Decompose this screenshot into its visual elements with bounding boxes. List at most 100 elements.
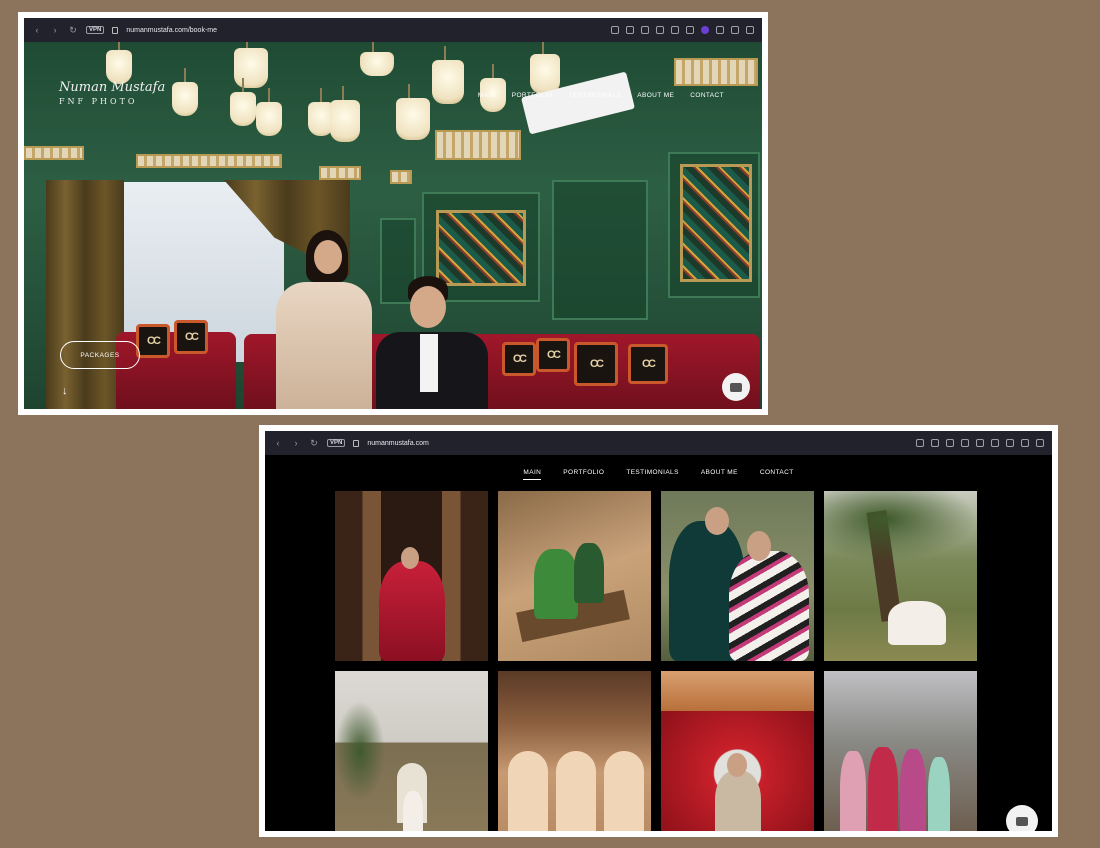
photo-tile[interactable]: [335, 671, 488, 831]
figure-head: [727, 753, 747, 777]
vpn-badge[interactable]: VPN: [86, 26, 105, 34]
wall-frieze: [136, 154, 282, 168]
settings-icon[interactable]: [746, 26, 754, 34]
nav-contact[interactable]: CONTACT: [690, 92, 724, 99]
nav-contact[interactable]: CONTACT: [760, 469, 794, 480]
shield-icon[interactable]: [641, 26, 649, 34]
photo-tile[interactable]: [824, 491, 977, 661]
logo-subtitle: FNF PHOTO: [59, 97, 138, 106]
nav-about-me[interactable]: ABOUT ME: [637, 92, 674, 99]
guest-figure: [928, 757, 950, 831]
bride-figure: [868, 747, 898, 831]
lantern: [172, 68, 198, 116]
cushion: [628, 344, 668, 384]
garden-tree: [335, 701, 385, 801]
browser-window: ‹ › ↻ VPN numanmustafa.com MAIN PORTFOLI: [265, 431, 1052, 831]
lock-icon: [112, 26, 119, 34]
cushion: [174, 320, 208, 354]
groom-figure: [574, 543, 604, 603]
wall-panel: [552, 180, 648, 320]
photo-tile[interactable]: [498, 491, 651, 661]
nav-testimonials[interactable]: TESTIMONIALS: [569, 92, 621, 99]
photo-tile[interactable]: [335, 491, 488, 661]
screenshot-book-me: ‹ › ↻ VPN numanmustafa.com/book-me CC CC…: [18, 12, 768, 415]
browser-tools: [611, 26, 754, 34]
cushion: [574, 342, 618, 386]
bride: [276, 282, 372, 409]
cushion: [502, 342, 536, 376]
bride-figure: [715, 771, 761, 831]
edit-icon[interactable]: [611, 26, 619, 34]
lantern: [360, 42, 394, 76]
bride-face: [314, 240, 342, 274]
settings-icon[interactable]: [1036, 439, 1044, 447]
wall-painting: [436, 210, 526, 286]
edit-icon[interactable]: [916, 439, 924, 447]
photo-tile[interactable]: [661, 491, 814, 661]
nav-testimonials[interactable]: TESTIMONIALS: [626, 469, 678, 480]
forward-icon[interactable]: ›: [291, 438, 301, 448]
back-icon[interactable]: ‹: [32, 25, 42, 35]
heart-icon[interactable]: [976, 439, 984, 447]
site-nav: MAIN PORTFOLIO TESTIMONIALS ABOUT ME CON…: [478, 92, 724, 99]
lantern: [106, 42, 132, 84]
photo-tile[interactable]: [824, 671, 977, 831]
reload-icon[interactable]: ↻: [309, 438, 319, 449]
extension-icon[interactable]: [701, 26, 709, 34]
shield-icon[interactable]: [946, 439, 954, 447]
figure-head: [401, 547, 419, 569]
wall-frieze: [319, 166, 361, 180]
arch: [604, 751, 644, 831]
profile-icon[interactable]: [1021, 439, 1029, 447]
download-icon[interactable]: [991, 439, 999, 447]
heart-icon[interactable]: [671, 26, 679, 34]
arch: [508, 751, 548, 831]
bride-figure: [403, 791, 423, 831]
menu-icon[interactable]: [1006, 439, 1014, 447]
bride-figure: [379, 561, 445, 661]
site-logo[interactable]: Numan Mustafa FNF PHOTO: [59, 80, 165, 106]
lantern: [432, 46, 464, 104]
lantern: [230, 78, 256, 126]
browser-toolbar: ‹ › ↻ VPN numanmustafa.com/book-me: [24, 18, 762, 42]
menu-icon[interactable]: [716, 26, 724, 34]
back-icon[interactable]: ‹: [273, 438, 283, 448]
guest-figure: [840, 751, 866, 831]
wall-frieze: [390, 170, 412, 184]
nav-portfolio[interactable]: PORTFOLIO: [512, 92, 553, 99]
nav-main[interactable]: MAIN: [478, 92, 496, 99]
wall-frieze: [674, 58, 758, 86]
play-icon[interactable]: [656, 26, 664, 34]
logo-signature: Numan Mustafa: [59, 80, 166, 95]
wall-frieze: [24, 146, 84, 160]
cushion: [136, 324, 170, 358]
vpn-badge[interactable]: VPN: [327, 439, 346, 447]
address-bar[interactable]: numanmustafa.com: [367, 440, 428, 447]
photo-tile[interactable]: [498, 671, 651, 831]
nav-main[interactable]: MAIN: [523, 469, 542, 480]
chat-icon[interactable]: [1006, 805, 1038, 831]
camera-icon[interactable]: [931, 439, 939, 447]
photo-tile[interactable]: [661, 671, 814, 831]
figure-head: [705, 507, 729, 535]
nav-portfolio[interactable]: PORTFOLIO: [563, 469, 604, 480]
reload-icon[interactable]: ↻: [68, 25, 78, 36]
profile-icon[interactable]: [731, 26, 739, 34]
guest-figure: [900, 749, 926, 831]
address-bar[interactable]: numanmustafa.com/book-me: [126, 27, 217, 34]
figure-head: [747, 531, 771, 561]
chat-icon[interactable]: [722, 373, 750, 401]
download-icon[interactable]: [686, 26, 694, 34]
packages-button[interactable]: PACKAGES: [60, 341, 140, 369]
down-arrow-icon[interactable]: ↓: [62, 385, 68, 397]
browser-window: ‹ › ↻ VPN numanmustafa.com/book-me CC CC…: [24, 18, 762, 409]
nav-about-me[interactable]: ABOUT ME: [701, 469, 738, 480]
forward-icon[interactable]: ›: [50, 25, 60, 35]
lock-icon: [353, 439, 360, 447]
lantern: [330, 86, 360, 142]
groom-face: [410, 286, 446, 328]
play-icon[interactable]: [961, 439, 969, 447]
wall-frieze: [435, 130, 521, 160]
browser-toolbar: ‹ › ↻ VPN numanmustafa.com: [265, 431, 1052, 455]
camera-icon[interactable]: [626, 26, 634, 34]
